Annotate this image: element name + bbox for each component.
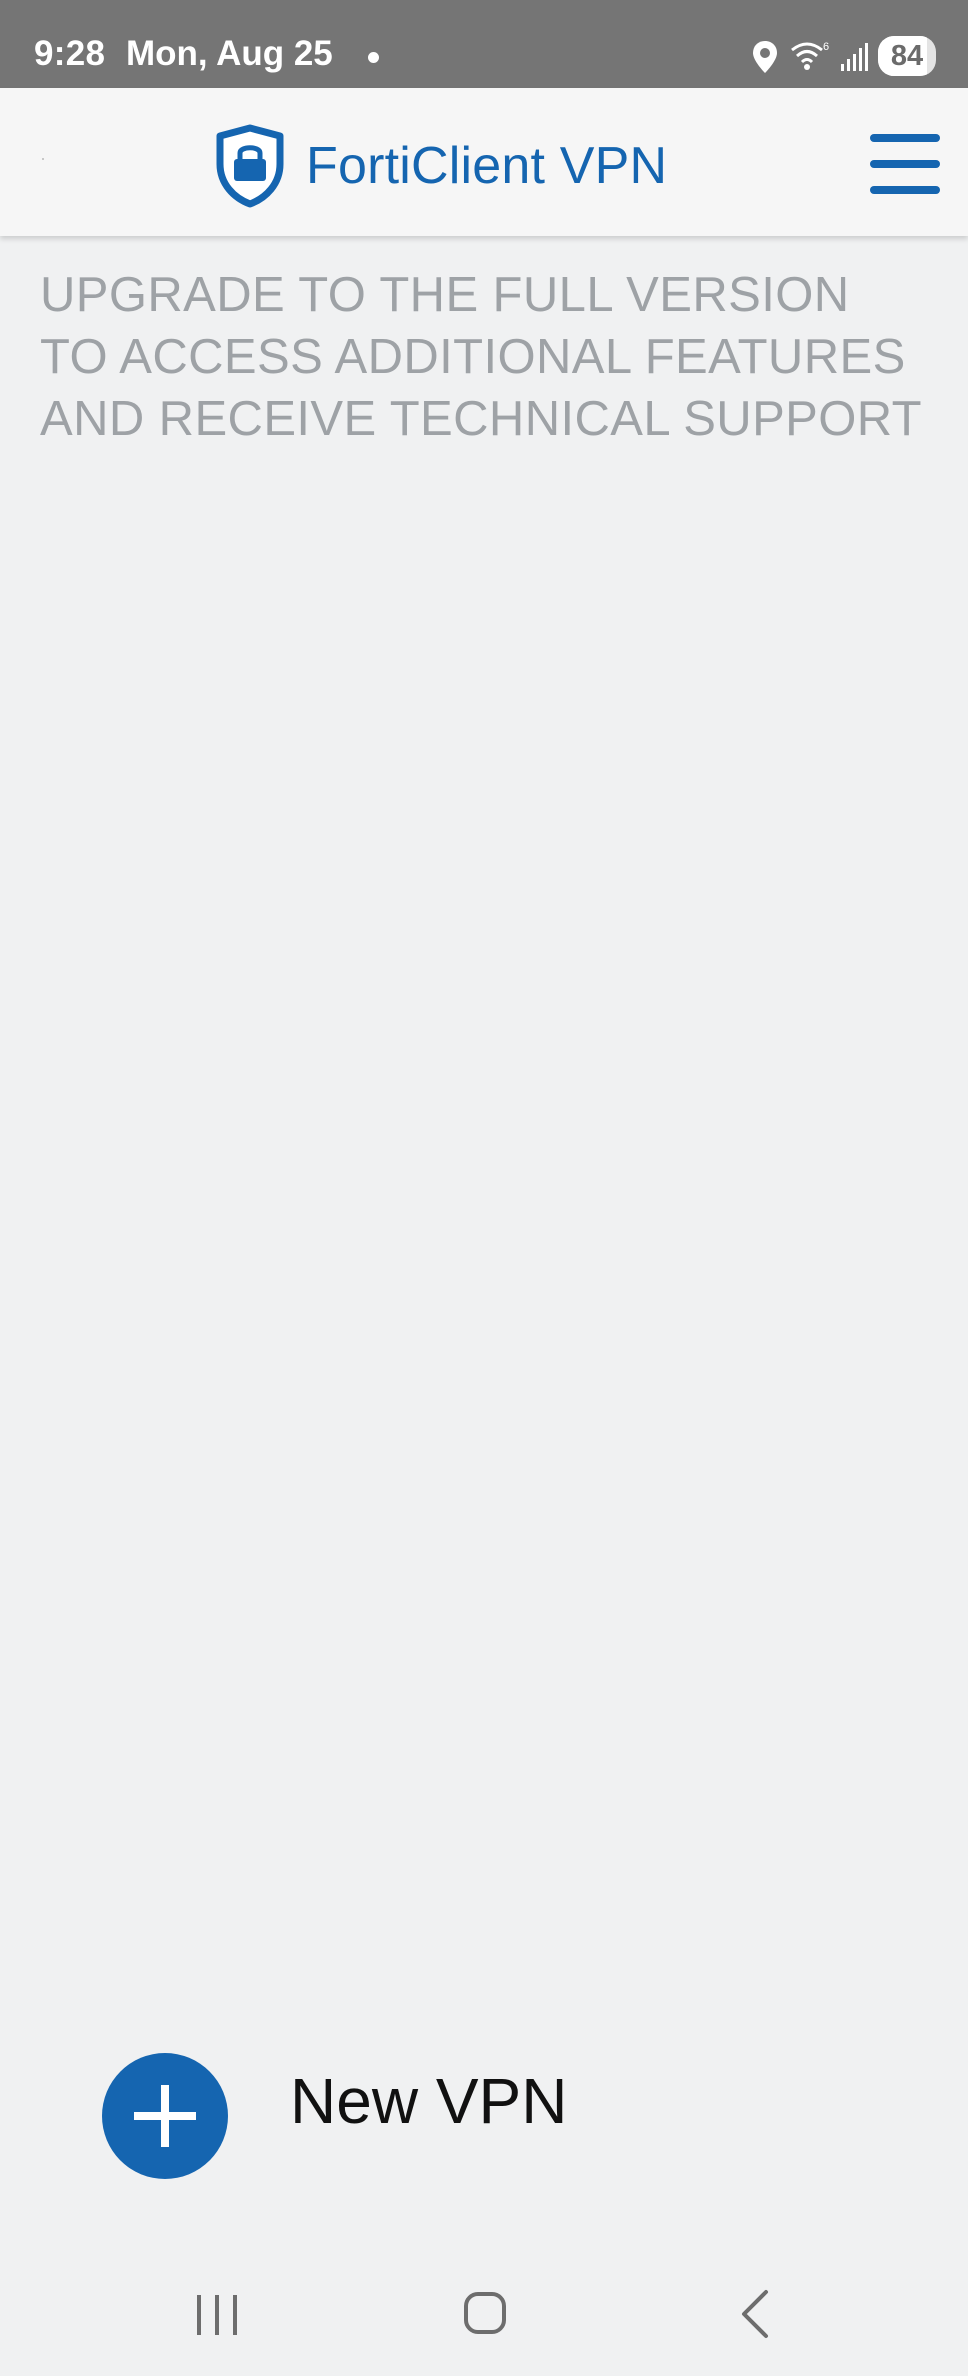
svg-text:6: 6: [823, 41, 829, 53]
home-icon[interactable]: [452, 2284, 520, 2344]
battery-icon: 84: [878, 36, 936, 76]
app-bar: FortiClient VPN: [0, 88, 968, 236]
upgrade-banner-line: AND RECEIVE TECHNICAL SUPPORT: [40, 392, 922, 446]
screen: 9:28 Mon, Aug 25 6 84 FortiClient VPN UP…: [0, 0, 968, 2376]
hamburger-menu-icon: [870, 134, 940, 194]
battery-level: 84: [890, 40, 924, 72]
status-bar: 9:28 Mon, Aug 25 6 84: [0, 0, 968, 88]
nav-bar: [0, 2236, 968, 2376]
signal-icon: [841, 43, 868, 71]
app-logo: FortiClient VPN: [214, 124, 667, 208]
menu-button[interactable]: [862, 128, 946, 198]
plus-icon: [134, 2085, 196, 2147]
recents-icon[interactable]: [185, 2290, 249, 2340]
upgrade-banner-line: UPGRADE TO THE FULL VERSION: [40, 268, 850, 322]
shield-lock-icon: [216, 124, 284, 208]
location-icon: [753, 41, 777, 73]
wifi-icon: 6: [791, 41, 829, 70]
upgrade-banner-line: TO ACCESS ADDITIONAL FEATURES: [40, 330, 906, 384]
status-date: Mon, Aug 25: [126, 34, 333, 73]
upgrade-banner: UPGRADE TO THE FULL VERSION TO ACCESS AD…: [40, 264, 940, 450]
new-vpn-label[interactable]: New VPN: [290, 2064, 567, 2138]
app-bar-mark: [42, 158, 44, 160]
new-vpn-button[interactable]: [102, 2053, 228, 2179]
app-title: FortiClient VPN: [306, 137, 668, 195]
notification-dot: [368, 52, 379, 63]
back-icon[interactable]: [728, 2286, 784, 2342]
status-time: 9:28: [34, 34, 106, 73]
